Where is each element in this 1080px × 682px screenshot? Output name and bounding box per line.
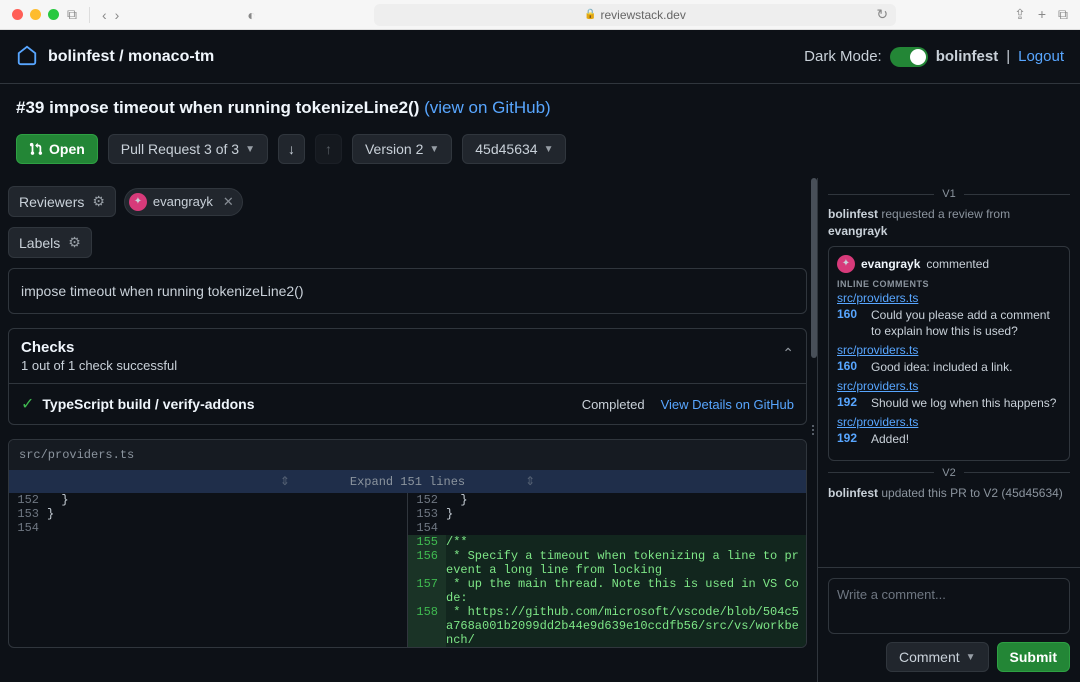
inline-comment: 192 Should we log when this happens? [837, 395, 1061, 411]
inline-comment-line: 160 [837, 307, 863, 321]
window-min-icon[interactable] [30, 9, 41, 20]
window-close-icon[interactable] [12, 9, 23, 20]
labels-chip[interactable]: Labels ⚙ [8, 227, 92, 258]
right-column: V1 bolinfest requested a review from eva… [818, 178, 1080, 682]
nav-down-button[interactable]: ↓ [278, 134, 305, 164]
comment-input[interactable]: Write a comment... [828, 578, 1070, 634]
expand-down-icon: ⇕ [525, 474, 535, 489]
comment-author: evangrayk [861, 257, 920, 271]
version-divider: V1 [828, 188, 1070, 200]
sidebar-icon[interactable]: ⧉ [67, 6, 77, 23]
pr-number: #39 [16, 98, 44, 117]
pr-status-badge: Open [16, 134, 98, 164]
repo-path[interactable]: bolinfest / monaco-tm [48, 48, 214, 66]
inline-comment-line: 192 [837, 431, 863, 445]
arrow-up-icon: ↑ [325, 141, 332, 157]
reviewer-item[interactable]: ✦ evangrayk ✕ [124, 188, 243, 216]
diff-file-path: src/providers.ts [9, 440, 806, 470]
diff-right-side: 152 }153}154155/**156 * Specify a timeou… [408, 493, 806, 647]
left-column: Reviewers ⚙ ✦ evangrayk ✕ Labels ⚙ impos… [0, 178, 818, 682]
view-on-github-link[interactable]: (view on GitHub) [424, 98, 551, 117]
pr-title-bar: #39 impose timeout when running tokenize… [0, 84, 1080, 126]
current-user: bolinfest [936, 48, 999, 65]
pr-toolbar: Open Pull Request 3 of 3▼ ↓ ↑ Version 2▼… [0, 126, 1080, 178]
chevron-down-icon: ▼ [429, 144, 439, 155]
inline-comment-line: 192 [837, 395, 863, 409]
nav-up-button[interactable]: ↑ [315, 134, 342, 164]
chevron-down-icon: ▼ [544, 144, 554, 155]
inline-comment: 160 Good idea: included a link. [837, 359, 1061, 375]
git-pull-request-icon [29, 142, 43, 156]
column-resize-handle[interactable] [808, 416, 818, 444]
check-name: TypeScript build / verify-addons [42, 396, 254, 412]
chevron-down-icon: ▼ [245, 144, 255, 155]
gear-icon[interactable]: ⚙ [68, 234, 81, 251]
lock-icon: 🔒 [584, 9, 596, 20]
comment-verb: commented [926, 257, 989, 271]
pr-title-text: impose timeout when running tokenizeLine… [49, 98, 419, 117]
inline-comment-text: Added! [871, 431, 909, 447]
share-icon[interactable]: ⇪ [1014, 6, 1026, 23]
inline-comment-file-link[interactable]: src/providers.ts [837, 291, 1061, 305]
checks-title: Checks [21, 339, 177, 356]
inline-comments-label: INLINE COMMENTS [837, 279, 1061, 289]
new-tab-icon[interactable]: + [1038, 6, 1046, 23]
avatar: ✦ [129, 193, 147, 211]
checks-summary: 1 out of 1 check successful [21, 358, 177, 373]
inline-comment-text: Good idea: included a link. [871, 359, 1012, 375]
collapse-checks-icon[interactable]: ⌃ [782, 339, 794, 362]
address-bar[interactable]: 🔒 reviewstack.dev ↻ [374, 4, 896, 26]
pr-nav-dropdown[interactable]: Pull Request 3 of 3▼ [108, 134, 268, 164]
address-text: reviewstack.dev [600, 8, 685, 22]
window-max-icon[interactable] [48, 9, 59, 20]
browser-chrome: ⧉ ‹ › ◐ 🔒 reviewstack.dev ↻ ⇪ + ⧉ [0, 0, 1080, 30]
submit-button[interactable]: Submit [997, 642, 1070, 672]
expand-up-icon: ⇕ [280, 474, 290, 489]
home-icon[interactable] [16, 44, 38, 69]
timeline-event: bolinfest requested a review from evangr… [828, 206, 1070, 240]
reviewer-name: evangrayk [153, 194, 213, 209]
inline-comment-file-link[interactable]: src/providers.ts [837, 343, 1061, 357]
comment-button[interactable]: Comment▼ [886, 642, 989, 672]
privacy-shield-icon[interactable]: ◐ [247, 7, 255, 23]
timeline: V1 bolinfest requested a review from eva… [818, 178, 1080, 567]
checks-panel: Checks 1 out of 1 check successful ⌃ ✓ T… [8, 328, 807, 425]
check-details-link[interactable]: View Details on GitHub [661, 397, 794, 412]
diff-file: src/providers.ts ⇕ Expand 151 lines ⇕ 15… [8, 439, 807, 648]
inline-comment: 160 Could you please add a comment to exp… [837, 307, 1061, 339]
inline-comment-file-link[interactable]: src/providers.ts [837, 379, 1061, 393]
avatar: ✦ [837, 255, 855, 273]
compose-area: Write a comment... Comment▼ Submit [818, 567, 1080, 682]
commit-dropdown[interactable]: 45d45634▼ [462, 134, 566, 164]
version-dropdown[interactable]: Version 2▼ [352, 134, 452, 164]
reviewers-chip[interactable]: Reviewers ⚙ [8, 186, 116, 217]
inline-comment: 192 Added! [837, 431, 1061, 447]
nav-back-icon[interactable]: ‹ [102, 7, 107, 23]
inline-comment-text: Could you please add a comment to explai… [871, 307, 1061, 339]
logout-link[interactable]: Logout [1018, 48, 1064, 65]
version-divider: V2 [828, 467, 1070, 479]
refresh-icon[interactable]: ↻ [876, 6, 888, 23]
pr-description: impose timeout when running tokenizeLine… [8, 268, 807, 314]
inline-comment-line: 160 [837, 359, 863, 373]
check-success-icon: ✓ [21, 394, 34, 414]
gear-icon[interactable]: ⚙ [92, 193, 105, 210]
comment-card: ✦ evangrayk commented INLINE COMMENTS sr… [828, 246, 1070, 461]
check-item: ✓ TypeScript build / verify-addons Compl… [9, 383, 806, 424]
diff-left-side: 152 }153}154 [9, 493, 408, 647]
remove-reviewer-icon[interactable]: ✕ [223, 194, 234, 210]
chevron-down-icon: ▼ [966, 652, 976, 663]
timeline-event: bolinfest updated this PR to V2 (45d4563… [828, 485, 1070, 502]
tabs-icon[interactable]: ⧉ [1058, 6, 1068, 23]
app-header: bolinfest / monaco-tm Dark Mode: bolinfe… [0, 30, 1080, 84]
inline-comment-file-link[interactable]: src/providers.ts [837, 415, 1061, 429]
arrow-down-icon: ↓ [288, 141, 295, 157]
nav-forward-icon[interactable]: › [115, 7, 120, 23]
dark-mode-label: Dark Mode: [804, 48, 882, 65]
check-status: Completed [582, 397, 645, 412]
dark-mode-toggle[interactable] [890, 47, 928, 67]
inline-comment-text: Should we log when this happens? [871, 395, 1056, 411]
expand-lines-row[interactable]: ⇕ Expand 151 lines ⇕ [9, 470, 806, 493]
